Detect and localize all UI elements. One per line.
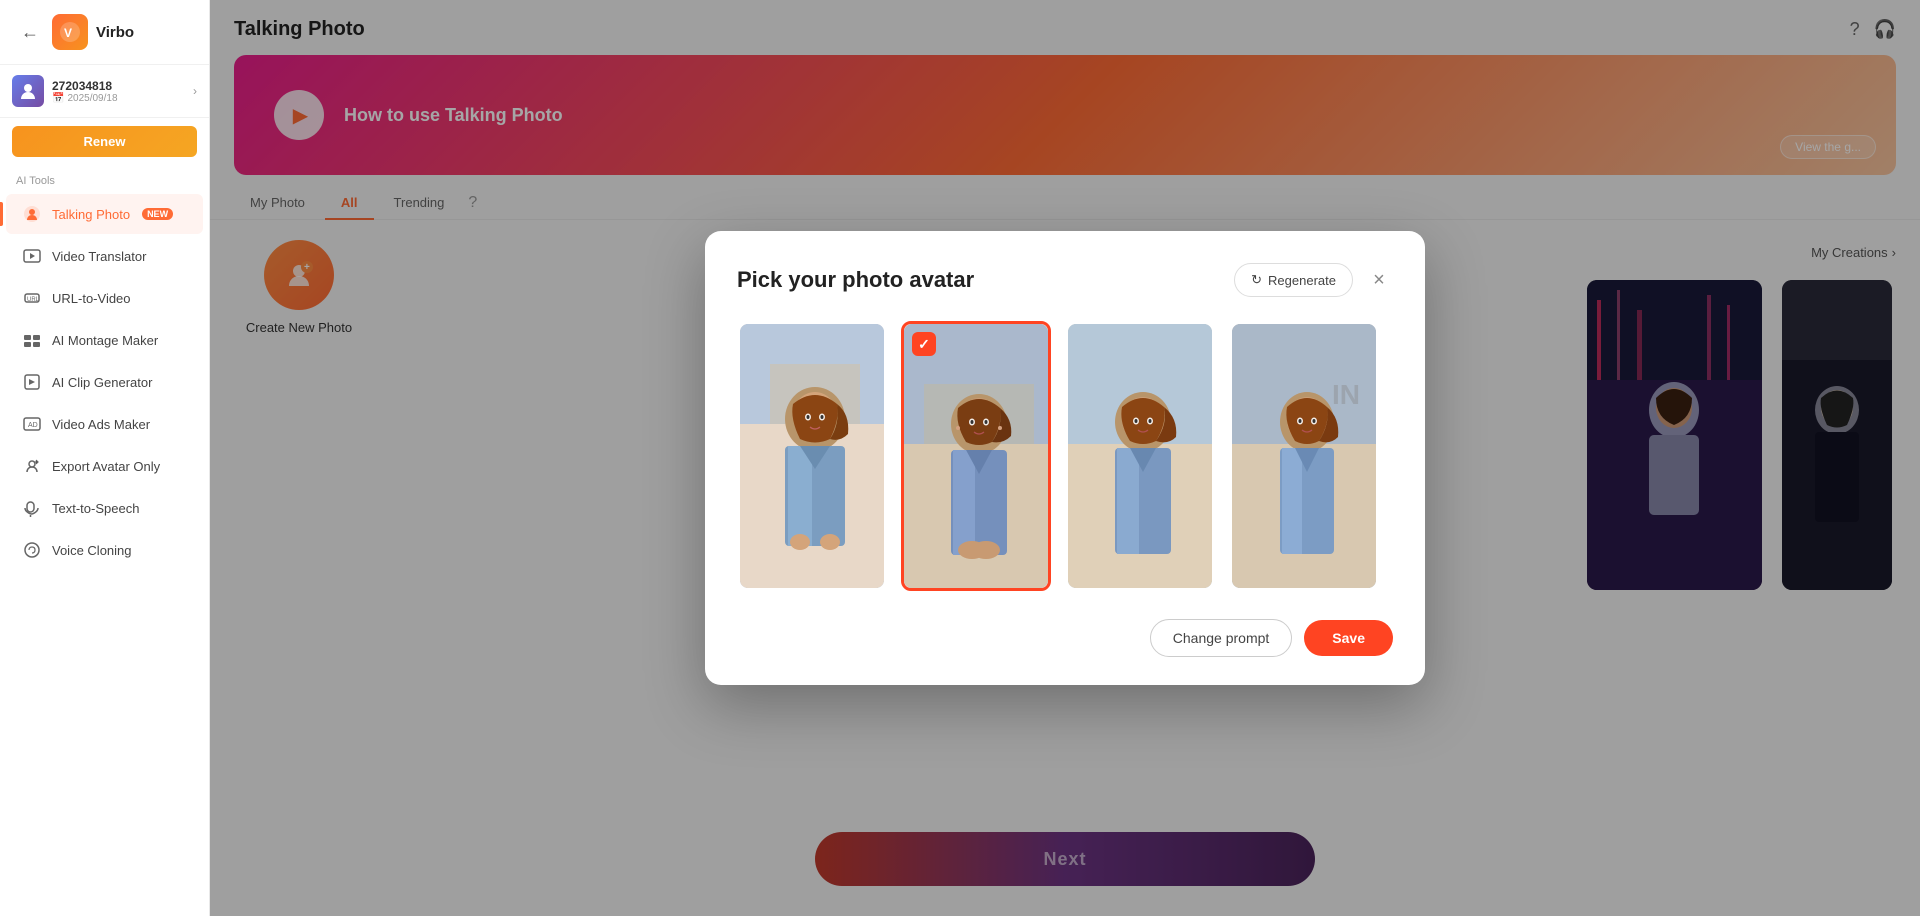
photo-card-4-image: IN: [1232, 324, 1376, 588]
user-id: 272034818: [52, 79, 185, 93]
sidebar-item-label-voice-cloning: Voice Cloning: [52, 543, 132, 558]
back-button[interactable]: ←: [16, 18, 44, 46]
modal-footer: Change prompt Save: [737, 619, 1393, 657]
url-to-video-icon: URL: [22, 288, 42, 308]
sidebar-item-label-ai-montage: AI Montage Maker: [52, 333, 158, 348]
video-translator-icon: [22, 246, 42, 266]
video-ads-maker-icon: AD: [22, 414, 42, 434]
user-expand-icon[interactable]: ›: [193, 84, 197, 98]
voice-cloning-icon: [22, 540, 42, 560]
ai-tools-section-label: AI Tools: [0, 165, 209, 193]
user-info: 272034818 📅 2025/09/18: [52, 79, 185, 104]
talking-photo-icon: [22, 204, 42, 224]
sidebar-item-label-url-to-video: URL-to-Video: [52, 291, 131, 306]
regenerate-button[interactable]: ↻ Regenerate: [1234, 263, 1353, 297]
svg-text:URL: URL: [27, 297, 40, 303]
sidebar-item-video-translator[interactable]: Video Translator: [6, 236, 203, 276]
sidebar-item-ai-montage-maker[interactable]: AI Montage Maker: [6, 320, 203, 360]
calendar-icon: 📅: [52, 93, 64, 104]
modal-actions: ↻ Regenerate ×: [1234, 263, 1393, 297]
change-prompt-button[interactable]: Change prompt: [1150, 619, 1293, 657]
close-button[interactable]: ×: [1365, 266, 1393, 294]
photo-card-1-image: [740, 324, 884, 588]
photo-card-2[interactable]: ✓: [901, 321, 1051, 591]
main-content: Talking Photo ? 🎧 ▶ How to use Talking P…: [210, 0, 1920, 916]
sidebar-item-text-to-speech[interactable]: Text-to-Speech: [6, 488, 203, 528]
sidebar-item-video-ads-maker[interactable]: AD Video Ads Maker: [6, 404, 203, 444]
regenerate-icon: ↻: [1251, 272, 1262, 288]
sidebar-item-label-video-translator: Video Translator: [52, 249, 146, 264]
pick-avatar-modal: Pick your photo avatar ↻ Regenerate ×: [705, 231, 1425, 685]
ai-clip-generator-icon: [22, 372, 42, 392]
photo-card-4[interactable]: IN: [1229, 321, 1379, 591]
svg-text:AD: AD: [28, 422, 38, 429]
regenerate-label: Regenerate: [1268, 273, 1336, 288]
logo-text: Virbo: [96, 24, 134, 41]
save-button[interactable]: Save: [1304, 620, 1393, 656]
user-section: 272034818 📅 2025/09/18 ›: [0, 65, 209, 118]
user-avatar: [12, 75, 44, 107]
sidebar-item-label-ai-clip: AI Clip Generator: [52, 375, 152, 390]
check-badge: ✓: [912, 332, 936, 356]
sidebar-item-label-export-avatar: Export Avatar Only: [52, 459, 160, 474]
sidebar-item-export-avatar[interactable]: Export Avatar Only: [6, 446, 203, 486]
text-to-speech-icon: [22, 498, 42, 518]
sidebar-item-ai-clip-generator[interactable]: AI Clip Generator: [6, 362, 203, 402]
sidebar-item-label-video-ads: Video Ads Maker: [52, 417, 150, 432]
modal-header: Pick your photo avatar ↻ Regenerate ×: [737, 263, 1393, 297]
modal-title: Pick your photo avatar: [737, 267, 974, 293]
sidebar-item-label-talking-photo: Talking Photo: [52, 207, 130, 222]
sidebar-item-label-tts: Text-to-Speech: [52, 501, 139, 516]
sidebar: ← V Virbo 272034818 📅 2025/09/18 › Renew…: [0, 0, 210, 916]
renew-button[interactable]: Renew: [12, 126, 197, 157]
user-date: 📅 2025/09/18: [52, 93, 185, 104]
sidebar-item-url-to-video[interactable]: URL URL-to-Video: [6, 278, 203, 318]
photo-card-3[interactable]: [1065, 321, 1215, 591]
sidebar-header: ← V Virbo: [0, 0, 209, 65]
svg-text:V: V: [64, 26, 72, 40]
sidebar-item-talking-photo[interactable]: Talking Photo NEW: [6, 194, 203, 234]
photo-grid: ✓: [737, 321, 1393, 591]
photo-card-2-image: [904, 324, 1048, 588]
photo-card-1[interactable]: [737, 321, 887, 591]
sidebar-item-voice-cloning[interactable]: Voice Cloning: [6, 530, 203, 570]
logo-icon: V: [52, 14, 88, 50]
ai-montage-maker-icon: [22, 330, 42, 350]
new-badge: NEW: [142, 208, 173, 220]
photo-card-3-image: [1068, 324, 1212, 588]
svg-text:IN: IN: [1332, 379, 1360, 410]
export-avatar-icon: [22, 456, 42, 476]
